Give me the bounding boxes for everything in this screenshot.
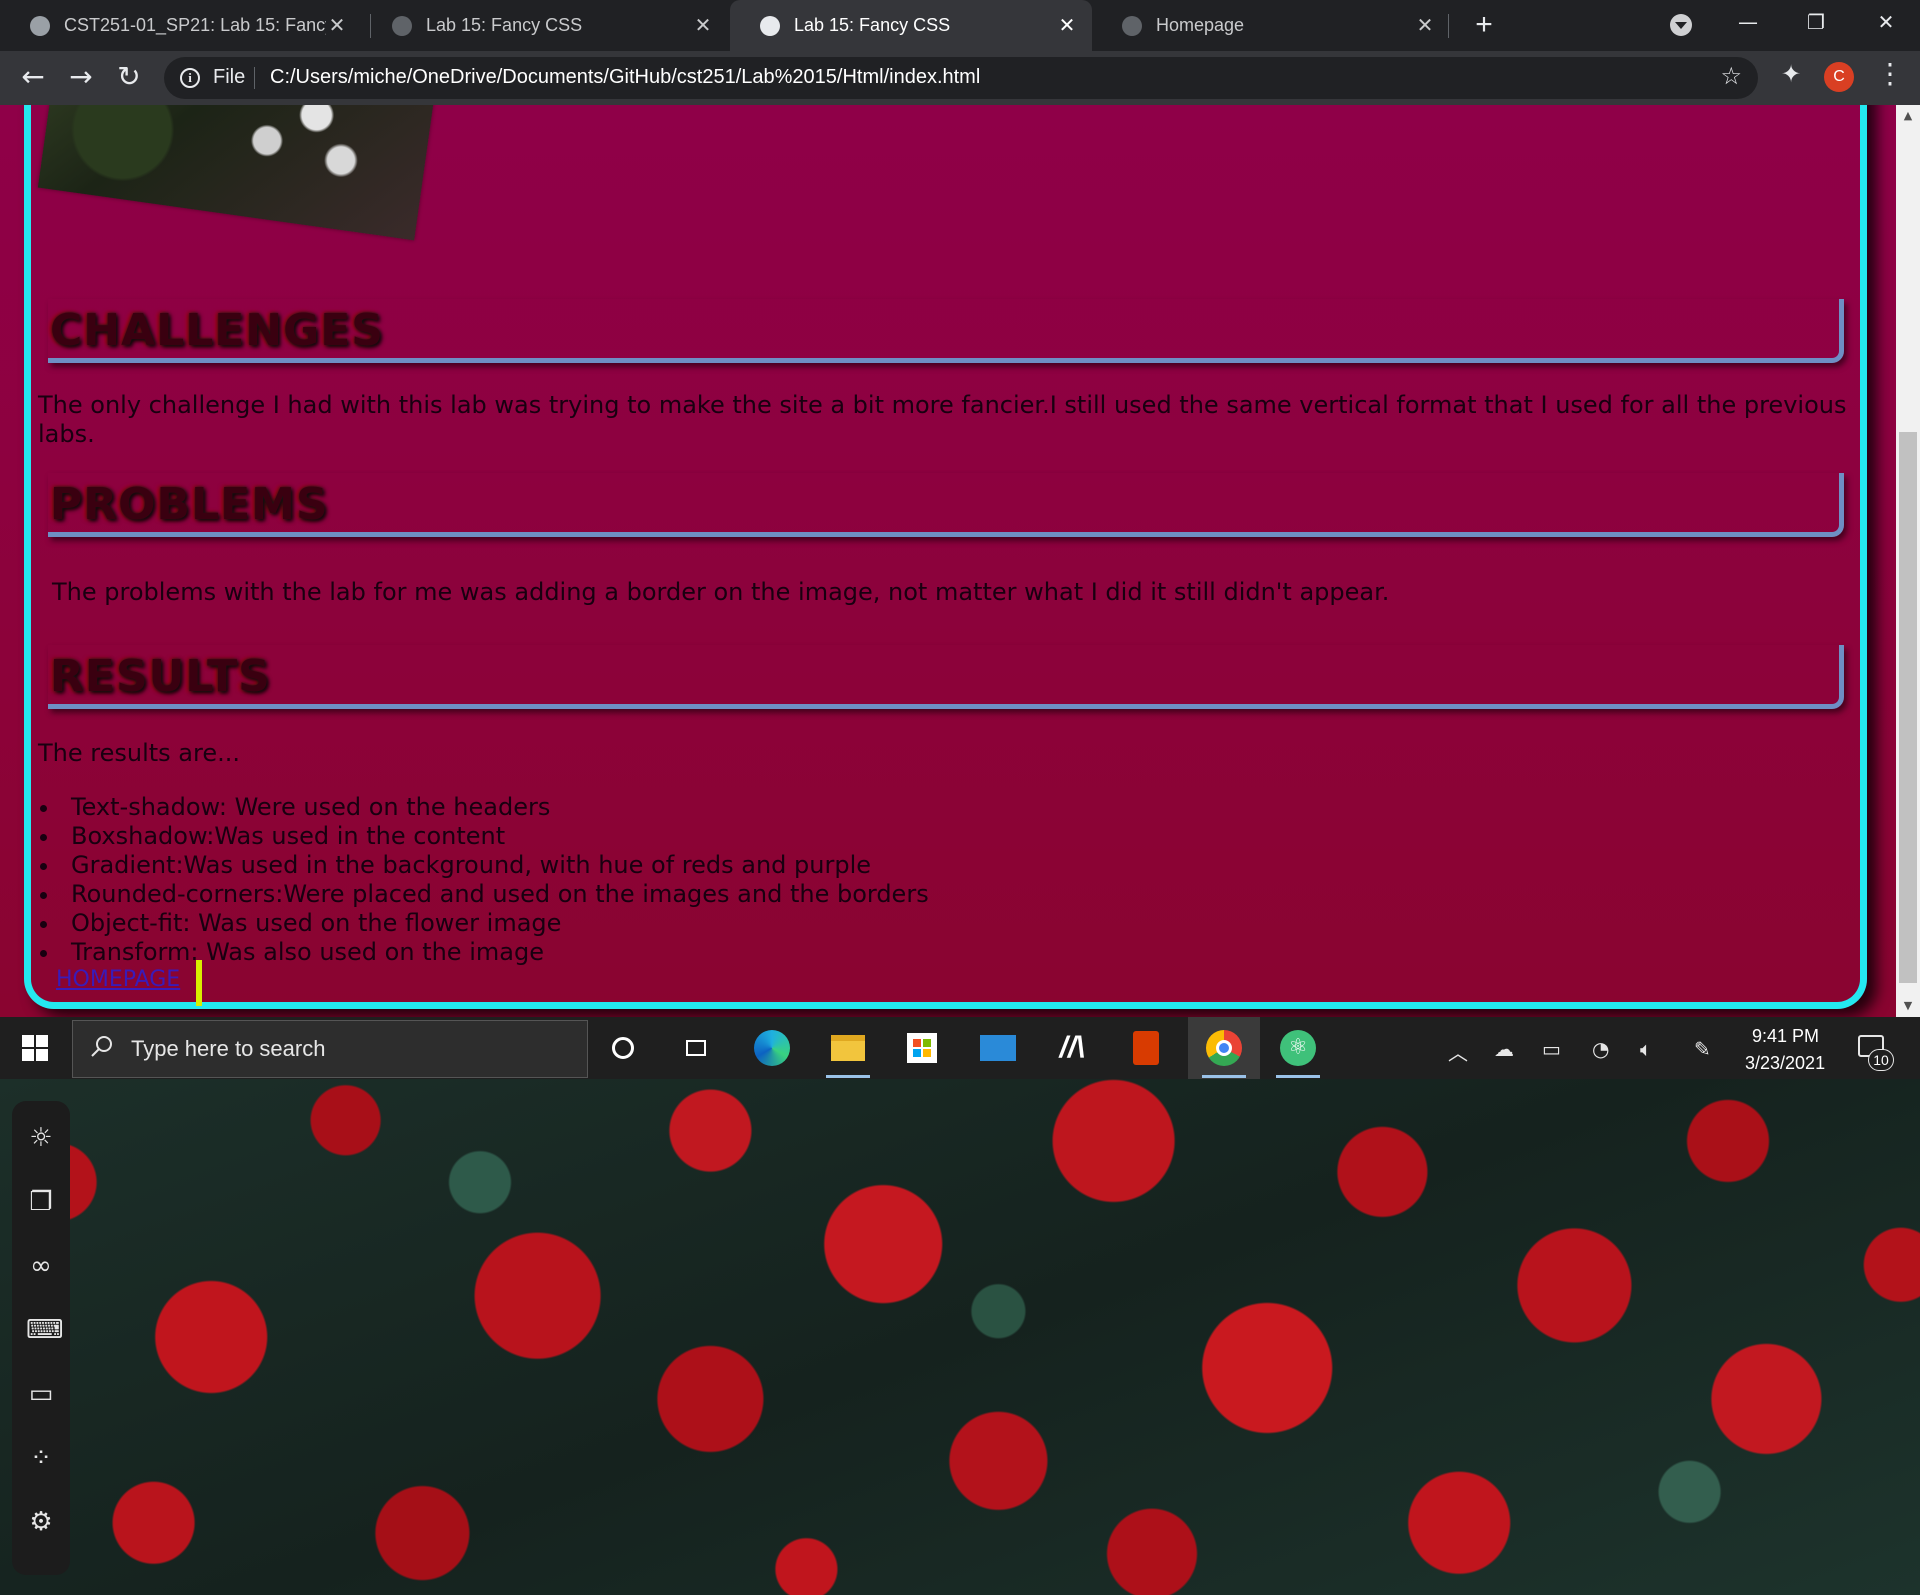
clock-date[interactable]: 3/23/2021	[1745, 1053, 1825, 1074]
tab-lab15-first[interactable]: Lab 15: Fancy CSS ✕	[362, 0, 728, 51]
restore-icon[interactable]: ❐	[1786, 0, 1846, 44]
close-tab-icon[interactable]: ✕	[1414, 13, 1436, 38]
keyboard-icon[interactable]: ⌨	[26, 1315, 64, 1345]
challenges-heading-box: CHALLENGES	[48, 299, 1844, 363]
browser-menu-icon[interactable]: ⋮	[1876, 58, 1904, 92]
chrome-icon[interactable]	[1202, 1027, 1246, 1078]
page-scrollbar[interactable]: ▲ ▼	[1896, 105, 1920, 1017]
windows-taskbar: Type here to search //\ ⚛ ︿ ☁ ▭ ◔ 🔈︎ ✎ 9…	[0, 1017, 1920, 1079]
task-view-icon[interactable]	[674, 1027, 718, 1069]
link-icon[interactable]: ∞	[26, 1251, 56, 1281]
back-icon[interactable]: ←	[14, 59, 52, 97]
tab-search-icon[interactable]	[1670, 14, 1692, 36]
scheme-label: File	[213, 66, 246, 88]
close-tab-icon[interactable]: ✕	[326, 13, 348, 38]
active-underline	[1202, 1075, 1246, 1078]
url-text[interactable]: C:/Users/miche/OneDrive/Documents/GitHub…	[270, 66, 980, 89]
scrollbar-thumb[interactable]	[1899, 432, 1917, 983]
results-heading-box: RESULTS	[48, 645, 1844, 709]
list-item: Gradient:Was used in the background, wit…	[38, 851, 929, 880]
office-icon[interactable]	[1124, 1027, 1168, 1069]
globe-icon	[392, 15, 412, 36]
globe-icon	[760, 15, 780, 36]
problems-heading-box: PROBLEMS	[48, 473, 1844, 537]
settings-icon[interactable]: ⚙	[26, 1507, 56, 1537]
close-window-icon[interactable]: ✕	[1856, 0, 1916, 44]
tab-bar: CST251-01_SP21: Lab 15: Fancy C ✕ Lab 15…	[0, 0, 1920, 51]
homepage-link[interactable]: HOMEPAGE	[56, 967, 180, 992]
tab-lab15-active[interactable]: Lab 15: Fancy CSS ✕	[730, 0, 1092, 51]
results-intro: The results are...	[38, 739, 240, 767]
battery-icon[interactable]: ▭	[1542, 1037, 1561, 1061]
address-bar[interactable]: i File C:/Users/miche/OneDrive/Documents…	[164, 57, 1758, 99]
cortana-icon[interactable]	[601, 1027, 645, 1069]
browser-toolbar: ← → ↻ i File C:/Users/miche/OneDrive/Doc…	[0, 51, 1920, 105]
taskbar-search-box[interactable]: Type here to search	[72, 1020, 588, 1078]
list-item: Text-shadow: Were used on the headers	[38, 793, 929, 822]
edge-icon[interactable]	[750, 1027, 794, 1069]
reload-icon[interactable]: ↻	[110, 59, 148, 97]
globe-icon	[1122, 15, 1142, 36]
scroll-down-icon[interactable]: ▼	[1896, 995, 1920, 1017]
brightness-icon[interactable]: ☼	[26, 1123, 56, 1153]
tab-title: CST251-01_SP21: Lab 15: Fancy C	[64, 15, 326, 35]
list-item: Transform: Was also used on the image	[38, 938, 929, 967]
minimize-icon[interactable]: —	[1718, 0, 1778, 44]
list-item: Object-fit: Was used on the flower image	[38, 909, 929, 938]
bookmark-star-icon[interactable]: ☆	[1720, 62, 1742, 90]
tab-title: Lab 15: Fancy CSS	[426, 15, 583, 35]
address-separator	[254, 67, 255, 89]
forward-icon[interactable]: →	[62, 59, 100, 97]
file-explorer-icon[interactable]	[826, 1027, 870, 1078]
close-tab-icon[interactable]: ✕	[692, 13, 714, 38]
atom-icon[interactable]: ⚛	[1276, 1027, 1320, 1078]
notification-count-badge: 10	[1868, 1049, 1894, 1071]
onedrive-icon[interactable]: ☁	[1494, 1037, 1514, 1061]
challenges-heading: CHALLENGES	[50, 305, 384, 356]
tray-chevron-icon[interactable]: ︿	[1448, 1037, 1468, 1066]
mail-icon[interactable]	[976, 1027, 1020, 1069]
active-underline	[1276, 1075, 1320, 1078]
problems-text: The problems with the lab for me was add…	[52, 578, 1390, 606]
link-focus-marker	[196, 960, 202, 1006]
new-tab-button[interactable]: +	[1466, 8, 1502, 44]
tab-moodle[interactable]: CST251-01_SP21: Lab 15: Fancy C ✕	[0, 0, 362, 51]
wifi-icon[interactable]: ◔	[1592, 1037, 1609, 1061]
info-icon[interactable]: i	[180, 68, 200, 88]
volume-icon[interactable]: 🔈︎	[1640, 1037, 1652, 1061]
results-list: Text-shadow: Were used on the headers Bo…	[38, 793, 929, 967]
problems-heading: PROBLEMS	[50, 479, 329, 530]
app-icon[interactable]: //\	[1050, 1027, 1094, 1069]
active-underline	[826, 1075, 870, 1078]
windows-start-icon[interactable]	[22, 1035, 48, 1061]
scroll-up-icon[interactable]: ▲	[1896, 105, 1920, 127]
list-item: Boxshadow:Was used in the content	[38, 822, 929, 851]
extensions-puzzle-icon[interactable]: ✦	[1776, 60, 1806, 90]
challenges-text: The only challenge I had with this lab w…	[38, 391, 1847, 448]
windows-icon[interactable]: ❐	[26, 1187, 56, 1217]
desktop-wallpaper	[0, 1079, 1920, 1595]
page-viewport: CHALLENGES The only challenge I had with…	[0, 105, 1896, 1017]
apps-icon[interactable]: ⁘	[26, 1443, 56, 1473]
pen-icon[interactable]: ✎	[1694, 1037, 1711, 1061]
search-icon	[91, 1036, 112, 1057]
search-placeholder: Type here to search	[131, 1036, 326, 1061]
display-icon[interactable]: ▭	[26, 1379, 56, 1409]
tab-separator	[1448, 14, 1449, 38]
list-item: Rounded-corners:Were placed and used on …	[38, 880, 929, 909]
moodle-favicon-icon	[30, 15, 50, 36]
tab-homepage[interactable]: Homepage ✕	[1092, 0, 1450, 51]
clock-time[interactable]: 9:41 PM	[1752, 1026, 1819, 1047]
results-heading: RESULTS	[50, 651, 271, 702]
close-tab-icon[interactable]: ✕	[1056, 13, 1078, 38]
tab-title: Homepage	[1156, 15, 1245, 35]
side-quick-panel: ☼ ❐ ∞ ⌨ ▭ ⁘ ⚙	[12, 1101, 70, 1575]
profile-avatar[interactable]: C	[1824, 62, 1854, 92]
store-icon[interactable]	[900, 1027, 944, 1069]
tab-title: Lab 15: Fancy CSS	[794, 15, 951, 35]
